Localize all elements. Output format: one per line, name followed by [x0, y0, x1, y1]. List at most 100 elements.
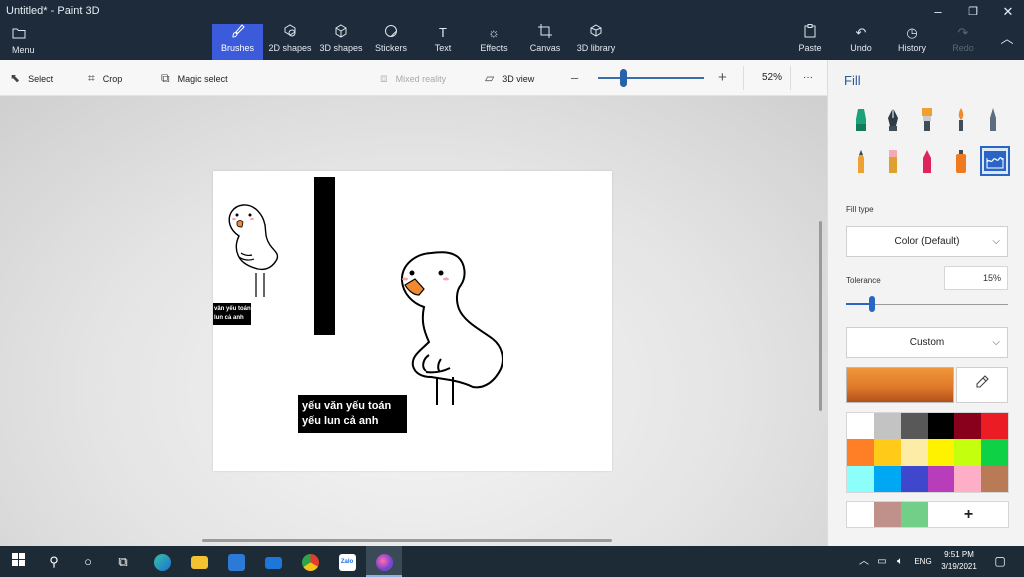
tolerance-input[interactable]: 15% — [944, 266, 1008, 290]
brush-icon — [212, 24, 263, 42]
chevron-up-icon: ︿ — [1000, 31, 1014, 46]
close-button[interactable]: ✕ — [993, 2, 1023, 22]
palette-color-swatch[interactable] — [900, 413, 928, 440]
palette-color-swatch[interactable] — [981, 413, 1008, 440]
menu-label: Menu — [12, 45, 35, 55]
tool-label: Stickers — [374, 43, 407, 53]
fill-tool-button[interactable] — [980, 146, 1010, 176]
undo-icon: ↶ — [855, 25, 867, 40]
mail-icon — [264, 556, 282, 569]
taskbar-chrome[interactable] — [292, 546, 328, 577]
add-color-button[interactable]: + — [955, 502, 982, 527]
taskbar-store[interactable] — [218, 546, 254, 577]
eyedropper-button[interactable] — [956, 367, 1008, 403]
notifications-button[interactable]: ▢ — [988, 546, 1012, 577]
taskbar-edge[interactable] — [144, 546, 180, 577]
tool-text[interactable]: T Text — [425, 24, 461, 60]
palette-color-swatch[interactable] — [927, 439, 955, 466]
history-button[interactable]: ◷ History — [894, 24, 930, 60]
drawing-canvas[interactable]: vân yếu toán lun cả anh yếu văn yếu toán… — [213, 171, 612, 471]
search-button[interactable]: ⚲ — [36, 546, 72, 577]
maximize-button[interactable]: ❐ — [958, 2, 988, 22]
task-view-button[interactable]: ⧉ — [105, 546, 141, 577]
2d-shapes-icon — [265, 24, 315, 42]
taskbar-zalo[interactable]: Zalo — [329, 546, 365, 577]
tool-3d-library[interactable]: 3D library — [574, 24, 618, 60]
custom-color-swatch[interactable] — [874, 502, 901, 527]
crop-button[interactable]: ⌗ Crop — [88, 60, 122, 96]
palette-color-swatch[interactable] — [954, 439, 982, 466]
select-button[interactable]: ⬉ Select — [10, 60, 53, 96]
minimize-button[interactable]: – — [923, 2, 953, 22]
small-duck-drawing — [228, 204, 279, 297]
palette-color-swatch[interactable] — [873, 413, 901, 440]
tool-2d-shapes[interactable]: 2D shapes — [265, 24, 315, 60]
zoom-slider-thumb[interactable] — [620, 69, 627, 87]
custom-color-swatch[interactable] — [847, 502, 874, 527]
palette-color-swatch[interactable] — [900, 465, 928, 492]
palette-color-swatch[interactable] — [847, 413, 874, 440]
taskbar-mail[interactable] — [255, 546, 291, 577]
palette-color-swatch[interactable] — [927, 465, 955, 492]
network-button[interactable]: ▭ — [873, 546, 891, 577]
3d-view-button[interactable]: ▱ 3D view — [485, 60, 534, 96]
palette-color-swatch[interactable] — [981, 439, 1008, 466]
mixed-reality-button[interactable]: ⧈ Mixed reality — [380, 60, 446, 96]
tolerance-slider-thumb[interactable] — [869, 296, 875, 312]
start-button[interactable] — [0, 546, 36, 577]
palette-color-swatch[interactable] — [847, 439, 874, 466]
clock-time: 9:51 PM — [944, 550, 974, 559]
tool-label: Effects — [480, 43, 508, 53]
crayon-icon[interactable] — [914, 148, 940, 176]
palette-color-swatch[interactable] — [873, 465, 901, 492]
tool-stickers[interactable]: Stickers — [370, 24, 412, 60]
custom-color-swatch[interactable] — [901, 502, 928, 527]
more-options-button[interactable]: ··· — [803, 60, 813, 96]
chrome-icon — [301, 554, 319, 572]
tool-effects[interactable]: ☼ Effects — [474, 24, 514, 60]
tool-3d-shapes[interactable]: 3D shapes — [317, 24, 365, 60]
zalo-icon: Zalo — [338, 554, 356, 572]
magic-select-button[interactable]: ⧉ Magic select — [161, 60, 228, 96]
palette-color-swatch[interactable] — [847, 465, 874, 492]
palette-color-swatch[interactable] — [927, 413, 955, 440]
oil-brush-icon[interactable] — [914, 106, 940, 134]
paste-button[interactable]: Paste — [795, 24, 825, 60]
fill-type-dropdown[interactable]: Color (Default) ⌵ — [846, 226, 1008, 257]
show-hidden-icons-button[interactable]: ︿ — [855, 546, 873, 577]
toolbar-divider — [743, 66, 744, 90]
taskbar-paint3d[interactable] — [366, 546, 402, 577]
zoom-slider[interactable] — [598, 77, 704, 79]
tool-brushes[interactable]: Brushes — [212, 24, 263, 60]
undo-button[interactable]: ↶ Undo — [846, 24, 876, 60]
eraser-icon[interactable] — [880, 148, 906, 176]
palette-color-swatch[interactable] — [954, 465, 982, 492]
vertical-scrollbar[interactable] — [819, 221, 822, 411]
zoom-out-button[interactable]: – — [571, 60, 578, 96]
cortana-button[interactable]: ○ — [70, 546, 106, 577]
edge-icon — [153, 554, 171, 572]
notification-icon: ▢ — [994, 554, 1006, 568]
volume-button[interactable]: 🔈︎ — [891, 546, 909, 577]
color-mode-dropdown[interactable]: Custom ⌵ — [846, 327, 1008, 358]
palette-color-swatch[interactable] — [900, 439, 928, 466]
zoom-in-button[interactable]: + — [718, 60, 727, 96]
speaker-icon: 🔈︎ — [897, 556, 903, 567]
pixel-pen-icon[interactable] — [980, 106, 1006, 134]
watercolor-icon[interactable] — [948, 106, 974, 134]
menu-button[interactable]: Menu — [4, 26, 44, 62]
marker-icon[interactable] — [848, 106, 874, 134]
tool-canvas[interactable]: Canvas — [526, 24, 564, 60]
spray-can-icon[interactable] — [948, 148, 974, 176]
zoom-level[interactable]: 52% — [762, 60, 782, 96]
palette-color-swatch[interactable] — [873, 439, 901, 466]
horizontal-scrollbar[interactable] — [202, 539, 612, 542]
taskbar-file-explorer[interactable] — [181, 546, 217, 577]
current-color-swatch[interactable] — [846, 367, 954, 403]
redo-button[interactable]: ↷ Redo — [948, 24, 978, 60]
pencil-icon[interactable] — [848, 148, 874, 176]
calligraphy-pen-icon[interactable] — [880, 106, 906, 134]
palette-color-swatch[interactable] — [981, 465, 1008, 492]
clock[interactable]: 9:51 PM 3/19/2021 — [930, 549, 988, 573]
palette-color-swatch[interactable] — [954, 413, 982, 440]
